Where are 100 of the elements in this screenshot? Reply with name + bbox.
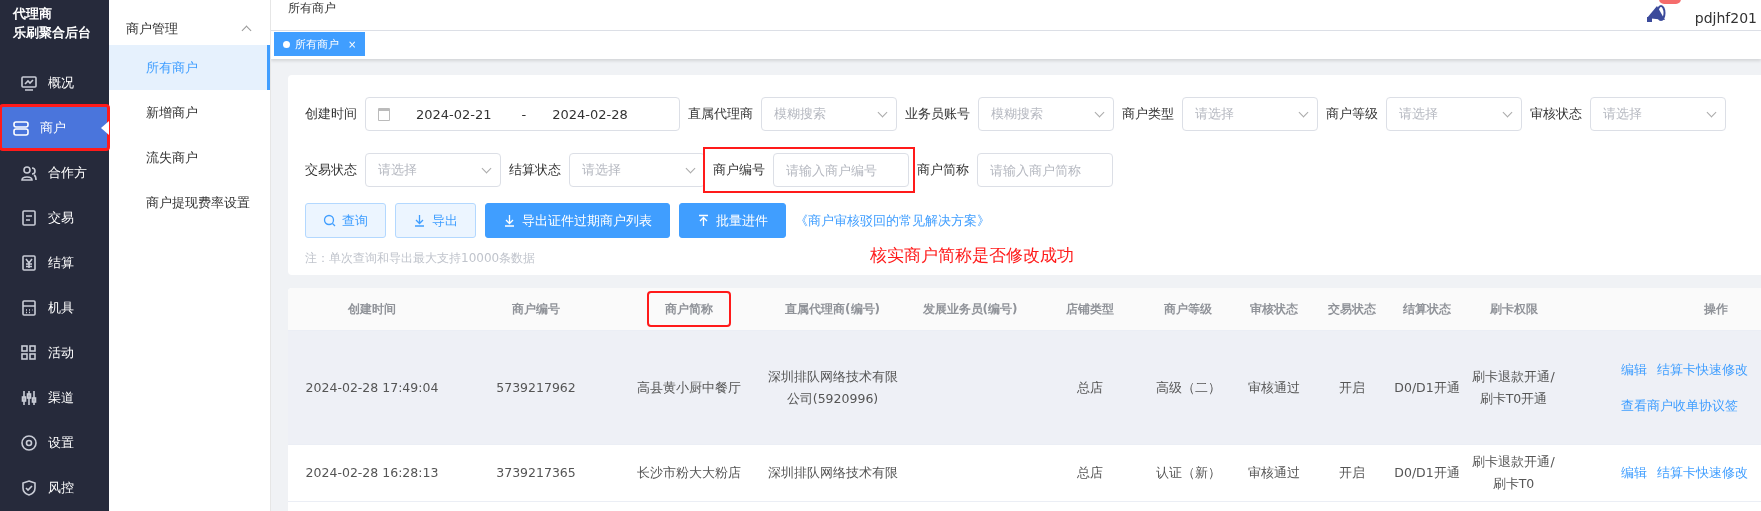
grid-icon <box>20 343 38 362</box>
note-text: 注：单次查询和导出最大支持10000条数据 <box>305 250 536 267</box>
action-link[interactable]: 查看商户收单协议签 <box>1621 394 1738 417</box>
submenu-item[interactable]: 所有商户 <box>109 45 270 90</box>
table-cell: 深圳排队网络技术有限公司(5920996) <box>767 368 898 406</box>
table-cell: 刷卡退款开通/ 刷卡T0开通 <box>1472 368 1555 406</box>
column-header: 审核状态 <box>1249 300 1299 318</box>
sidebar-item[interactable]: 结算 <box>0 240 109 285</box>
tab[interactable]: 所有商户 × <box>274 32 366 56</box>
placeholder-text: 请选择 <box>582 161 621 179</box>
sidebar-item[interactable]: 交易 <box>0 195 109 240</box>
select-field[interactable]: 模糊搜索 <box>761 97 897 131</box>
field-label: 交易状态 <box>305 161 357 179</box>
placeholder-text: 模糊搜索 <box>774 105 826 123</box>
placeholder-text: 请选择 <box>1603 105 1642 123</box>
action-link[interactable]: 编辑 <box>1621 358 1647 381</box>
tab-label: 所有商户 <box>295 36 339 52</box>
sidebar-item[interactable]: 合作方 <box>0 150 109 195</box>
select-field[interactable]: 请选择 <box>1590 97 1726 131</box>
date-end: 2024-02-28 <box>552 106 628 122</box>
placeholder-text: 请选择 <box>378 161 417 179</box>
field-label: 商户简称 <box>917 161 969 179</box>
column-header: 直属代理商(编号) <box>784 300 881 318</box>
submenu-item[interactable]: 流失商户 <box>109 135 270 180</box>
column-header: 结算状态 <box>1402 300 1452 318</box>
action-button[interactable]: 导出证件过期商户列表 <box>485 203 670 238</box>
range-separator: - <box>521 106 527 122</box>
column-header: 商户简称 <box>648 292 729 325</box>
yen-icon <box>20 253 38 272</box>
calculator-icon <box>20 298 38 317</box>
action-link[interactable]: 结算卡快速修改 <box>1657 462 1748 484</box>
input-field[interactable]: 请输入商户简称 <box>977 153 1113 187</box>
upload-icon <box>697 214 710 227</box>
submenu-item[interactable]: 商户提现费率设置 <box>109 180 270 225</box>
annotation-text: 核实商户简称是否修改成功 <box>870 244 1075 267</box>
action-link[interactable]: 结算卡快速修改 <box>1657 358 1748 381</box>
column-header: 商户等级 <box>1163 300 1213 318</box>
column-header: 交易状态 <box>1326 300 1377 318</box>
calendar-icon <box>378 107 390 121</box>
sidebar-item[interactable]: 活动 <box>0 330 109 375</box>
table-cell: 开启 <box>1338 379 1365 395</box>
shield-icon <box>20 478 38 497</box>
input-field[interactable]: 请输入商户编号 <box>773 153 909 187</box>
column-header: 刷卡权限 <box>1488 300 1539 318</box>
dot-icon <box>283 40 290 48</box>
sidebar-item[interactable]: 设置 <box>0 420 109 465</box>
logo-text: 乐刷聚合后台 <box>13 24 92 42</box>
table-cell: 审核通过 <box>1248 465 1300 480</box>
field-label: 结算状态 <box>509 161 561 179</box>
table-cell: 高级（二） <box>1155 379 1221 395</box>
date-start: 2024-02-21 <box>416 106 492 122</box>
placeholder-text: 请选择 <box>1195 105 1234 123</box>
sidebar-item[interactable]: 概况 <box>0 60 109 105</box>
placeholder-text: 模糊搜索 <box>991 105 1043 123</box>
table-cell: 认证（新） <box>1155 465 1221 480</box>
sliders-icon <box>20 388 38 407</box>
column-header: 操作 <box>1703 300 1729 318</box>
action-button[interactable]: 查询 <box>305 203 386 238</box>
table-cell: 5739217962 <box>496 379 576 395</box>
column-header: 店铺类型 <box>1064 300 1115 318</box>
table-cell: 刷卡退款开通/ 刷卡T0 <box>1472 454 1555 491</box>
field-label: 商户类型 <box>1122 105 1174 123</box>
sidebar-item[interactable]: 渠道 <box>0 375 109 420</box>
column-header: 发展业务员(编号) <box>921 300 1019 318</box>
placeholder-text: 请选择 <box>1399 105 1438 123</box>
sidebar-item[interactable]: 商户 <box>0 105 109 150</box>
table-cell: 3739217365 <box>496 465 576 480</box>
close-button[interactable]: × <box>348 38 357 50</box>
help-link[interactable]: 《商户审核驳回的常见解决方案》 <box>795 211 990 230</box>
select-field[interactable]: 请选择 <box>569 153 705 187</box>
select-field[interactable]: 模糊搜索 <box>978 97 1114 131</box>
field-label: 审核状态 <box>1530 105 1582 123</box>
action-button[interactable]: 批量进件 <box>679 203 786 238</box>
store-icon <box>12 118 30 137</box>
select-field[interactable]: 请选择 <box>1386 97 1522 131</box>
column-header: 商户编号 <box>511 300 561 318</box>
sidebar-item[interactable]: 风控 <box>0 465 109 510</box>
field-label: 创建时间 <box>305 105 357 123</box>
download-icon <box>503 214 516 227</box>
table-cell: D0/D1开通 <box>1394 379 1460 395</box>
action-link[interactable]: 编辑 <box>1621 462 1647 484</box>
sidebar-item[interactable]: 机具 <box>0 285 109 330</box>
submenu-title[interactable]: 商户管理 <box>126 19 178 38</box>
table-cell: D0/D1开通 <box>1394 465 1460 480</box>
submenu-item[interactable]: 新增商户 <box>109 90 270 135</box>
document-icon <box>20 208 38 227</box>
select-field[interactable]: 请选择 <box>1182 97 1318 131</box>
table-cell: 2024-02-28 17:49:04 <box>305 379 439 395</box>
table-cell: 2024-02-28 16:28:13 <box>305 465 439 480</box>
action-button[interactable]: 导出 <box>395 203 476 238</box>
select-field[interactable]: 请选择 <box>365 153 501 187</box>
table-cell: 长沙市粉大大粉店 <box>636 465 741 480</box>
field-label: 商户等级 <box>1326 105 1378 123</box>
search-icon <box>323 214 336 227</box>
settings-icon <box>20 433 38 452</box>
download-icon <box>413 214 426 227</box>
date-range-field[interactable]: 2024-02-21 - 2024-02-28 <box>365 97 680 131</box>
username[interactable]: pdjhf201 <box>1694 10 1761 26</box>
table-cell: 审核通过 <box>1248 379 1300 395</box>
monitor-icon <box>20 73 38 92</box>
